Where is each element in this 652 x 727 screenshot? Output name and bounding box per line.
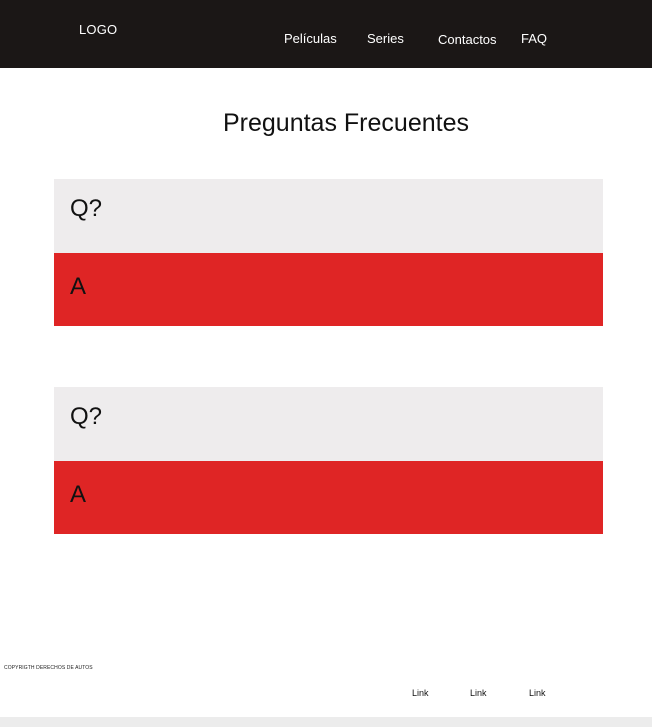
nav-item-series[interactable]: Series	[367, 31, 404, 46]
footer-link[interactable]: Link	[470, 688, 487, 698]
faq-question[interactable]: Q?	[54, 387, 603, 461]
faq-answer: A	[54, 461, 603, 534]
faq-answer-text: A	[70, 481, 87, 508]
faq-question-text: Q?	[70, 195, 103, 222]
nav-item-faq[interactable]: FAQ	[521, 31, 547, 46]
faq-question-text: Q?	[70, 403, 103, 430]
logo[interactable]: LOGO	[79, 22, 117, 37]
nav-item-contactos[interactable]: Contactos	[438, 32, 497, 47]
faq-item: Q? A	[54, 179, 603, 326]
footer-link[interactable]: Link	[529, 688, 546, 698]
copyright-text: COPYRIGTH DERECHOS DE AUTOS	[4, 665, 93, 671]
faq-answer: A	[54, 253, 603, 326]
page-title: Preguntas Frecuentes	[223, 109, 469, 137]
faq-item: Q? A	[54, 387, 603, 534]
nav-item-peliculas[interactable]: Películas	[284, 31, 337, 46]
top-navigation-bar: LOGO Películas Series Contactos FAQ	[0, 0, 652, 68]
footer-bottom-strip	[0, 717, 652, 727]
faq-question[interactable]: Q?	[54, 179, 603, 253]
footer-link[interactable]: Link	[412, 688, 429, 698]
faq-answer-text: A	[70, 273, 87, 300]
